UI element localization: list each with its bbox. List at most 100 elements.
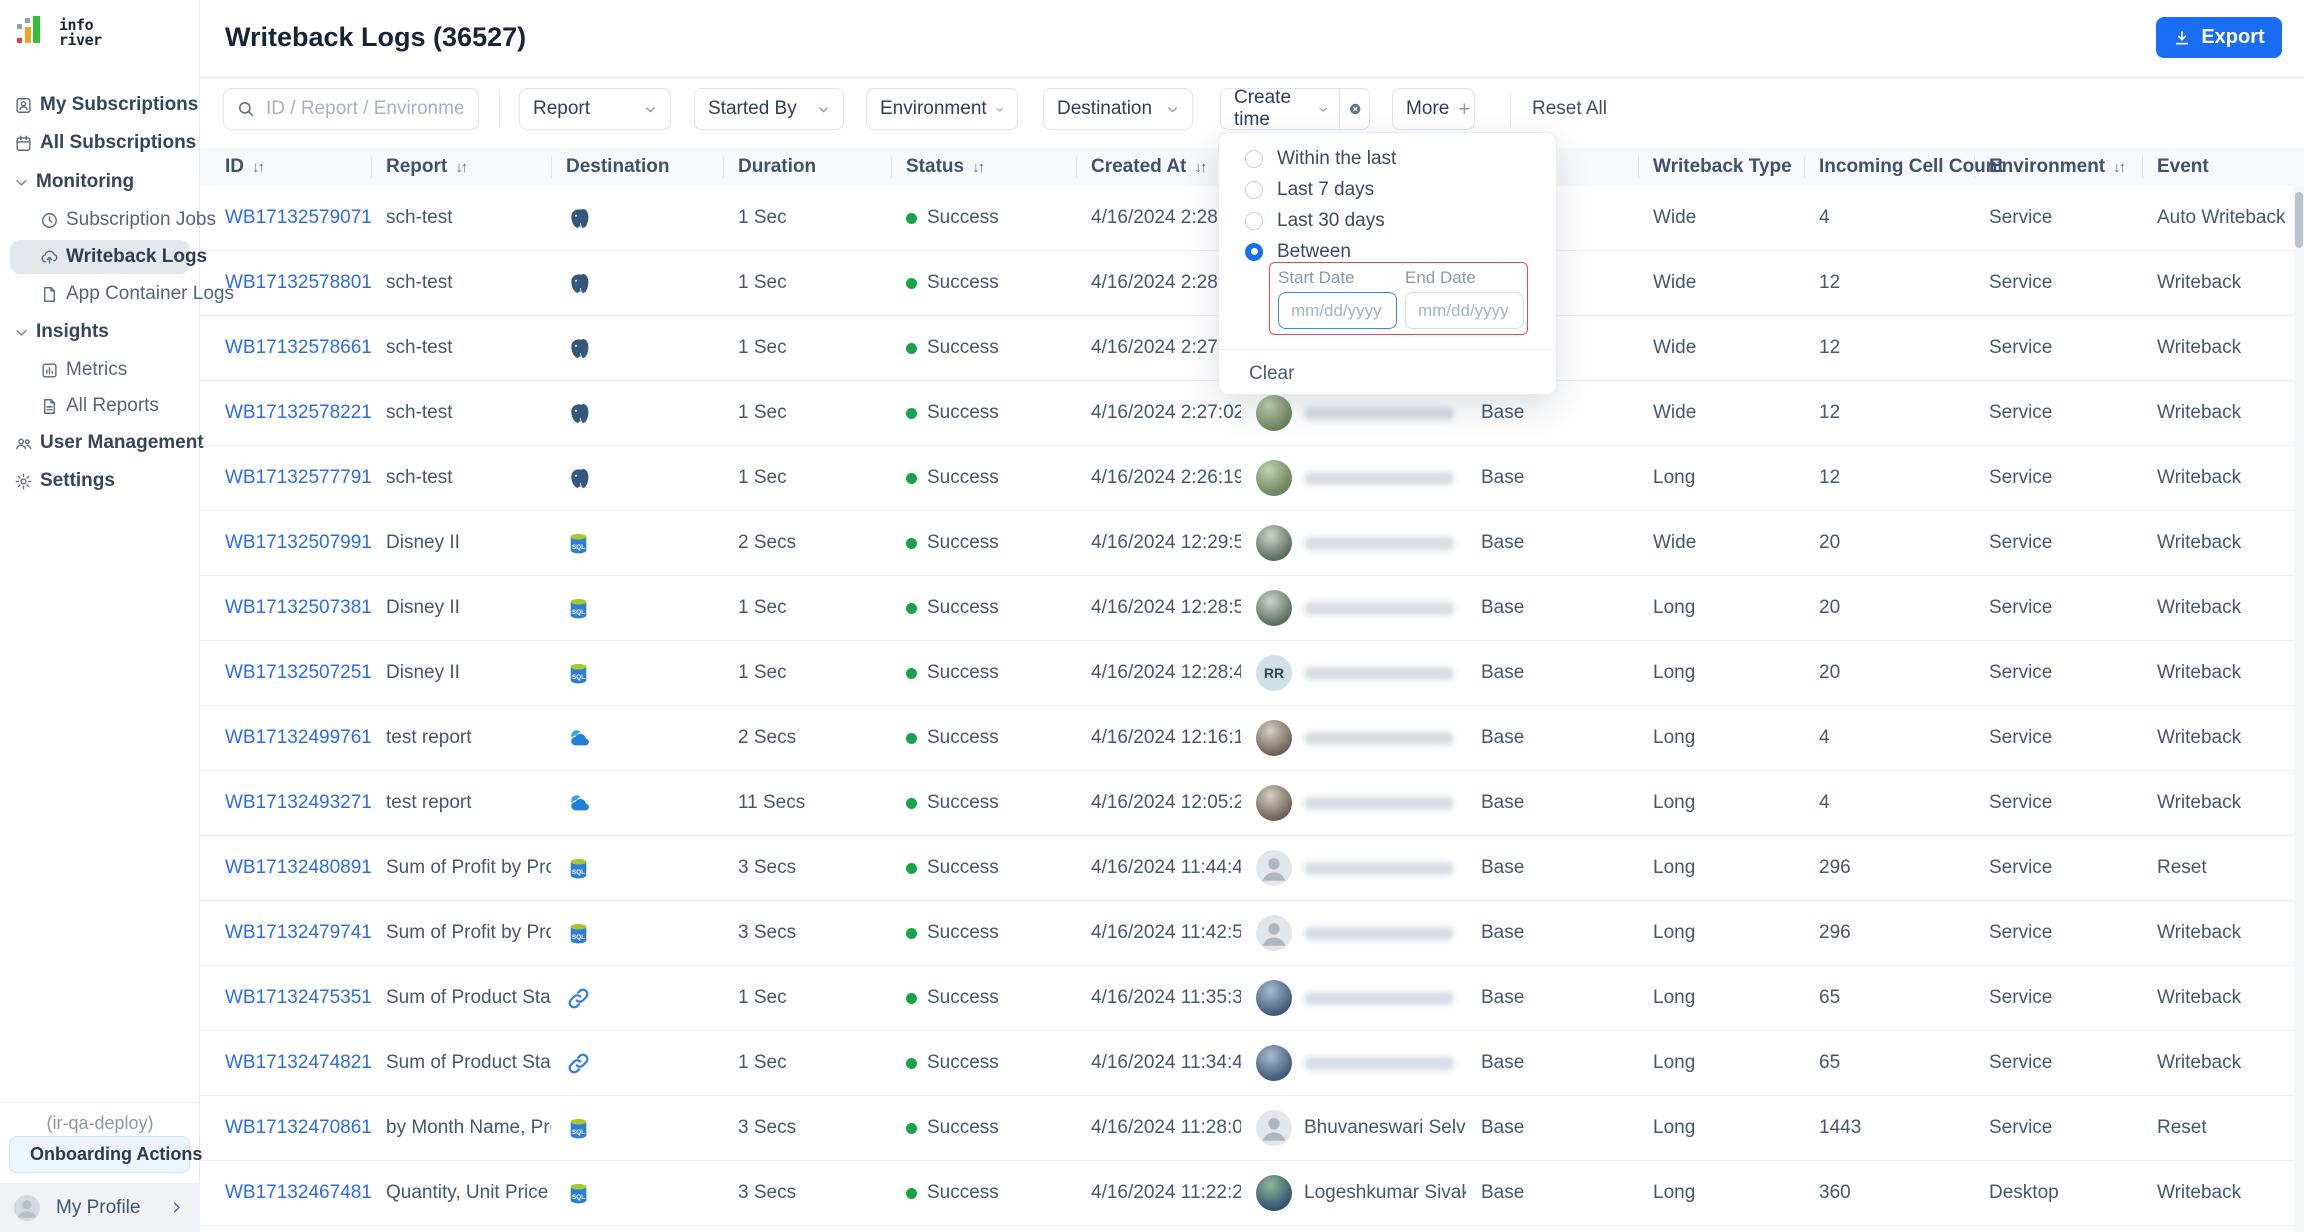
sort-icons[interactable]: ↓↑ <box>2113 159 2124 176</box>
radio-icon[interactable] <box>1245 150 1263 168</box>
filter-more[interactable]: More + <box>1392 88 1475 130</box>
success-dot-icon <box>906 278 917 289</box>
sidebar-item-all-subscriptions[interactable]: All Subscriptions <box>0 124 200 162</box>
redacted-name <box>1304 1057 1454 1070</box>
column-header-duration: Duration <box>723 156 891 178</box>
row-id-link[interactable]: WB171325073819221 <box>225 597 371 618</box>
table-row[interactable]: WB171324748211064Sum of Product Standard… <box>200 1031 2304 1096</box>
row-id-link[interactable]: WB171324808914405 <box>225 857 371 878</box>
row-id-link[interactable]: WB171325788012848 <box>225 272 371 293</box>
row-id-link[interactable]: WB171324748211064 <box>225 1052 371 1073</box>
option-label: Last 7 days <box>1277 179 1374 201</box>
my-profile-button[interactable]: My Profile <box>0 1183 200 1232</box>
column-header-id[interactable]: ID↓↑ <box>225 156 371 178</box>
sidebar-item-user-management[interactable]: User Management <box>0 424 200 462</box>
row-id-link[interactable]: WB171325777918410 <box>225 467 371 488</box>
table-row[interactable]: WB171325079914369Disney IISQL2 SecsSucce… <box>200 511 2304 576</box>
sidebar-item-metrics[interactable]: Metrics <box>0 352 200 388</box>
row-id-link[interactable]: WB171324753512261 <box>225 987 371 1008</box>
create-time-option-last-7-days[interactable]: Last 7 days <box>1219 174 1556 205</box>
table-row[interactable]: WB171324808914405Sum of Profit by Produc… <box>200 836 2304 901</box>
success-dot-icon <box>906 993 917 1004</box>
filter-report[interactable]: Report <box>519 88 671 130</box>
row-status: Success <box>927 1052 999 1074</box>
search-input[interactable] <box>264 97 465 121</box>
table-row[interactable]: WB171324753512261Sum of Product Standard… <box>200 966 2304 1031</box>
row-license: Base <box>1481 467 1524 488</box>
vertical-scrollbar[interactable] <box>2295 192 2303 248</box>
filter-started-by[interactable]: Started By <box>694 88 844 130</box>
filter-create-time[interactable]: Create time <box>1220 88 1370 130</box>
column-label: Destination <box>566 156 669 178</box>
create-time-option-within-the-last[interactable]: Within the last <box>1219 143 1556 174</box>
table-row[interactable]: WB171324932713382test report11 SecsSucce… <box>200 771 2304 836</box>
sidebar-item-monitoring[interactable]: Monitoring <box>0 162 200 202</box>
postgresql-icon <box>566 336 591 361</box>
table-row[interactable]: WB171325072518838Disney IISQL1 SecSucces… <box>200 641 2304 706</box>
filter-environment[interactable]: Environment <box>866 88 1018 130</box>
sort-icons[interactable]: ↓↑ <box>972 159 983 176</box>
table-row[interactable]: WB171325777918410sch-test1 SecSuccess4/1… <box>200 446 2304 511</box>
table-row[interactable]: WB171324708615230by Month Name, Product,… <box>200 1096 2304 1161</box>
sidebar-item-subscription-jobs[interactable]: Subscription Jobs <box>0 202 200 238</box>
create-time-option-last-30-days[interactable]: Last 30 days <box>1219 205 1556 236</box>
chevron-down-icon <box>14 325 29 340</box>
table-row[interactable]: WB171324997613487test report2 SecsSucces… <box>200 706 2304 771</box>
radio-icon[interactable] <box>1245 181 1263 199</box>
inforiver-logo-icon <box>16 14 52 52</box>
sidebar-item-my-subscriptions[interactable]: My Subscriptions <box>0 86 200 124</box>
radio-icon[interactable] <box>1245 212 1263 230</box>
row-writeback-type: Long <box>1653 922 1695 943</box>
sidebar-item-writeback-logs[interactable]: Writeback Logs <box>10 240 190 274</box>
row-id-link[interactable]: WB171324797417125 <box>225 922 371 943</box>
radio-selected-icon[interactable] <box>1245 243 1263 261</box>
row-duration: 2 Secs <box>738 727 796 748</box>
page-title: Writeback Logs (36527) <box>225 22 526 53</box>
table-row[interactable]: WB171325073819221Disney IISQL1 SecSucces… <box>200 576 2304 641</box>
row-id-link[interactable]: WB171325782211031 <box>225 402 371 423</box>
svg-text:SQL: SQL <box>572 673 585 680</box>
row-created-at: 4/16/2024 11:22:28 AM <box>1091 1182 1241 1203</box>
svg-text:SQL: SQL <box>572 933 585 940</box>
column-header-writeback-type: Writeback Type <box>1638 156 1804 178</box>
row-id-link[interactable]: WB171324932713382 <box>225 792 371 813</box>
column-header-report[interactable]: Report↓↑ <box>371 156 551 178</box>
end-date-input[interactable] <box>1405 292 1524 329</box>
sort-icons[interactable]: ↓↑ <box>455 159 466 176</box>
filter-destination[interactable]: Destination <box>1043 88 1193 130</box>
row-id-link[interactable]: WB171325790715628 <box>225 207 371 228</box>
column-header-created-at[interactable]: Created At↓↑ <box>1076 156 1241 178</box>
row-id-link[interactable]: WB171324997613487 <box>225 727 371 748</box>
row-id-link[interactable]: WB171324674810035 <box>225 1182 371 1203</box>
success-dot-icon <box>906 1058 917 1069</box>
plus-icon: + <box>1458 99 1470 120</box>
row-status: Success <box>927 987 999 1009</box>
filter-environment-label: Environment <box>880 98 987 120</box>
export-button[interactable]: Export <box>2156 17 2282 58</box>
svg-text:SQL: SQL <box>572 608 585 615</box>
row-duration: 1 Sec <box>738 987 787 1008</box>
popup-clear-button[interactable]: Clear <box>1249 363 1294 385</box>
sidebar-item-app-container-logs[interactable]: App Container Logs <box>0 276 200 312</box>
onboarding-actions-button[interactable]: Onboarding Actions <box>9 1136 190 1173</box>
sidebar-item-all-reports[interactable]: All Reports <box>0 388 200 424</box>
table-row[interactable]: WB171324797417125Sum of Profit by Produc… <box>200 901 2304 966</box>
row-id-link[interactable]: WB171324708615230 <box>225 1117 371 1138</box>
reset-all-button[interactable]: Reset All <box>1532 98 1607 120</box>
sidebar-item-settings[interactable]: Settings <box>0 462 200 500</box>
success-dot-icon <box>906 1123 917 1134</box>
column-header-environment[interactable]: Environment ↓↑ <box>1974 156 2142 178</box>
row-id-link[interactable]: WB171325786617681 <box>225 337 371 358</box>
table-row[interactable]: WB171324674810035Quantity, Unit Price by… <box>200 1161 2304 1226</box>
column-label: Environment <box>1989 156 2105 178</box>
sort-icons[interactable]: ↓↑ <box>252 159 263 176</box>
row-cell-count: 1443 <box>1819 1117 1861 1138</box>
column-header-status[interactable]: Status↓↑ <box>891 156 1076 178</box>
row-id-link[interactable]: WB171325079914369 <box>225 532 371 553</box>
sidebar-item-insights[interactable]: Insights <box>0 312 200 352</box>
sort-icons[interactable]: ↓↑ <box>1194 159 1205 176</box>
clear-filter-icon[interactable] <box>1349 101 1361 117</box>
row-id-link[interactable]: WB171325072518838 <box>225 662 371 683</box>
row-environment: Service <box>1989 337 2052 358</box>
start-date-input[interactable] <box>1278 292 1397 329</box>
